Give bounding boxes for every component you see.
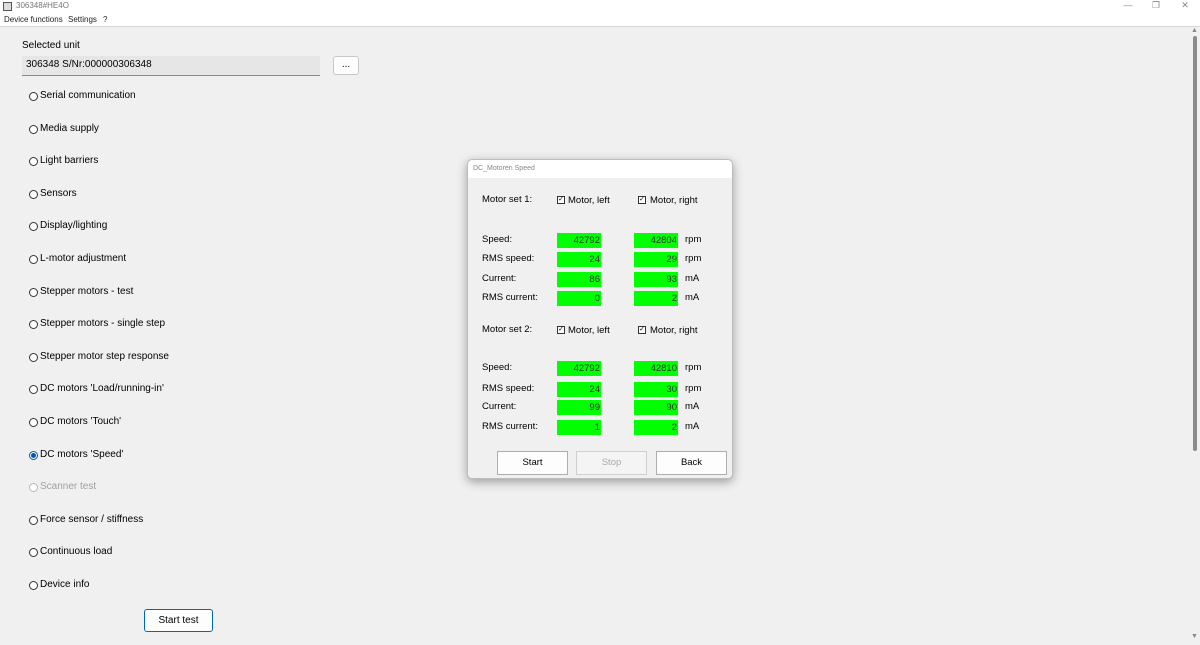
test-option-label: L-motor adjustment: [40, 253, 127, 264]
unit-label: rpm: [685, 234, 702, 245]
right-motor-value: 29: [634, 252, 678, 267]
radio-button[interactable]: [29, 125, 38, 134]
left-motor-value: 42792: [557, 233, 601, 248]
motor-set-1-right-label: Motor, right: [650, 195, 698, 206]
app-icon: [3, 2, 12, 11]
radio-button[interactable]: [29, 548, 38, 557]
unit-label: mA: [685, 401, 700, 412]
radio-button[interactable]: [29, 451, 38, 460]
radio-button[interactable]: [29, 222, 38, 231]
test-option-label: DC motors 'Speed': [40, 449, 124, 460]
test-option-label: Light barriers: [40, 155, 99, 166]
unit-label: mA: [685, 273, 700, 284]
browse-unit-button[interactable]: ...: [333, 56, 359, 75]
left-motor-value: 86: [557, 272, 601, 287]
motor-set-2-right-checkbox[interactable]: ✓: [638, 326, 646, 334]
unit-label: rpm: [685, 253, 702, 264]
dc-motor-speed-dialog: DC_Motoren Speed Motor set 1: ✓ Motor, l…: [467, 159, 733, 479]
motor-set-2-label: Motor set 2:: [482, 324, 533, 335]
scroll-up-icon[interactable]: ▲: [1191, 27, 1198, 34]
motor-set-2-left-checkbox[interactable]: ✓: [557, 326, 565, 334]
menu-device-functions[interactable]: Device functions: [4, 15, 63, 24]
motor-set-1-right-checkbox[interactable]: ✓: [638, 196, 646, 204]
menu-bar: Device functions Settings ?: [0, 13, 1200, 27]
left-motor-value: 24: [557, 252, 601, 267]
minimize-icon[interactable]: —: [1118, 0, 1138, 10]
start-test-button[interactable]: Start test: [144, 609, 213, 632]
radio-button[interactable]: [29, 418, 38, 427]
reading-label: Current:: [482, 401, 517, 412]
selected-unit-heading: Selected unit: [22, 40, 80, 51]
left-motor-value: 99: [557, 400, 601, 415]
right-motor-value: 93: [634, 272, 678, 287]
title-bar: 306348#HE4O — ❐ ✕: [0, 0, 1200, 13]
right-motor-value: 42810: [634, 361, 678, 376]
test-option-label: DC motors 'Touch': [40, 416, 122, 427]
right-motor-value: 2: [634, 291, 678, 306]
reading-label: RMS speed:: [482, 383, 535, 394]
test-option-label: DC motors 'Load/running-in': [40, 383, 164, 394]
radio-button[interactable]: [29, 190, 38, 199]
menu-help[interactable]: ?: [103, 15, 107, 24]
start-button[interactable]: Start: [497, 451, 568, 475]
scroll-down-icon[interactable]: ▼: [1191, 633, 1198, 640]
reading-label: Speed:: [482, 362, 513, 373]
unit-label: rpm: [685, 362, 702, 373]
unit-label: mA: [685, 421, 700, 432]
test-option-label: Sensors: [40, 188, 77, 199]
radio-button[interactable]: [29, 92, 38, 101]
motor-set-1-label: Motor set 1:: [482, 194, 533, 205]
test-option-label: Display/lighting: [40, 220, 108, 231]
scroll-thumb[interactable]: [1193, 36, 1197, 451]
radio-button[interactable]: [29, 516, 38, 525]
stop-button[interactable]: Stop: [576, 451, 647, 475]
unit-label: mA: [685, 292, 700, 303]
test-option-label: Force sensor / stiffness: [40, 514, 144, 525]
reading-label: Speed:: [482, 234, 513, 245]
left-motor-value: 42792: [557, 361, 601, 376]
test-option-label: Stepper motors - single step: [40, 318, 166, 329]
test-option-label: Serial communication: [40, 90, 136, 101]
menu-settings[interactable]: Settings: [68, 15, 97, 24]
reading-label: RMS current:: [482, 292, 538, 303]
unit-label: rpm: [685, 383, 702, 394]
radio-button[interactable]: [29, 157, 38, 166]
selected-unit-field[interactable]: 306348 S/Nr:000000306348: [22, 56, 320, 76]
test-option-label: Scanner test: [40, 481, 97, 492]
motor-set-1-left-checkbox[interactable]: ✓: [557, 196, 565, 204]
left-motor-value: 0: [557, 291, 601, 306]
vertical-scrollbar[interactable]: ▲ ▼: [1190, 27, 1200, 645]
radio-button[interactable]: [29, 320, 38, 329]
test-option-label: Device info: [40, 579, 90, 590]
test-option-label: Stepper motors - test: [40, 286, 134, 297]
right-motor-value: 90: [634, 400, 678, 415]
back-button[interactable]: Back: [656, 451, 727, 475]
radio-button: [29, 483, 38, 492]
restore-icon[interactable]: ❐: [1146, 0, 1166, 11]
dialog-title-bar: DC_Motoren Speed: [468, 160, 732, 178]
right-motor-value: 30: [634, 382, 678, 397]
test-option-label: Stepper motor step response: [40, 351, 169, 362]
radio-button[interactable]: [29, 385, 38, 394]
left-motor-value: 24: [557, 382, 601, 397]
reading-label: RMS current:: [482, 421, 538, 432]
right-motor-value: 42804: [634, 233, 678, 248]
radio-button[interactable]: [29, 581, 38, 590]
test-option-label: Media supply: [40, 123, 99, 134]
dialog-title: DC_Motoren Speed: [473, 165, 535, 172]
test-option-label: Continuous load: [40, 546, 113, 557]
left-motor-value: 1: [557, 420, 601, 435]
motor-set-2-right-label: Motor, right: [650, 325, 698, 336]
reading-label: RMS speed:: [482, 253, 535, 264]
radio-button[interactable]: [29, 255, 38, 264]
right-motor-value: 2: [634, 420, 678, 435]
radio-button[interactable]: [29, 288, 38, 297]
motor-set-1-left-label: Motor, left: [568, 195, 610, 206]
radio-button[interactable]: [29, 353, 38, 362]
reading-label: Current:: [482, 273, 517, 284]
window-title: 306348#HE4O: [16, 1, 69, 10]
motor-set-2-left-label: Motor, left: [568, 325, 610, 336]
close-icon[interactable]: ✕: [1175, 0, 1195, 11]
